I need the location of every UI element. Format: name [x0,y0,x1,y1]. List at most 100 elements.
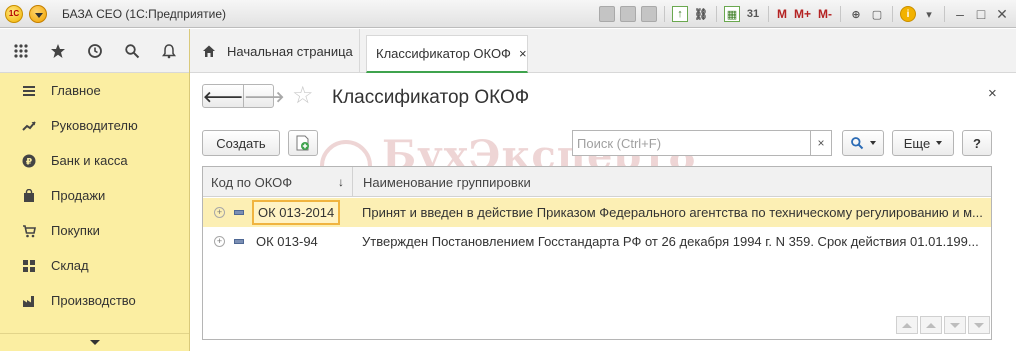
menu-lines-icon [22,84,36,98]
row-code: ОК 013-2014 [252,200,341,225]
sidebar-item-production[interactable]: Производство [0,283,189,318]
memory-minus-button[interactable]: M- [817,6,833,22]
table-row[interactable]: + ОК 013-94 Утвержден Постановлением Гос… [203,227,991,256]
group-item-icon [234,239,244,244]
favorite-star-icon[interactable]: ☆ [292,82,314,110]
tabs-bar: Начальная страница Классификатор ОКОФ × [190,29,1016,73]
column-header-label: Наименование группировки [363,174,531,190]
memory-m-button[interactable]: M [776,6,788,22]
separator [663,6,665,22]
search-input[interactable]: Поиск (Ctrl+F) [572,130,812,156]
scroll-down-button[interactable] [944,316,966,334]
title-toolbar: ↑ ⛓ ▦ 31 M M+ M- ⊕ ▢ i ▾ – □ ✕ [598,4,1010,24]
warehouse-icon [22,259,36,273]
form-close-icon[interactable]: × [988,85,997,102]
maximize-icon[interactable]: □ [973,6,989,22]
sidebar-item-manager[interactable]: Руководителю [0,108,189,143]
separator [715,6,717,22]
search-icon [851,137,864,150]
more-button-label: Еще [903,135,931,151]
group-item-icon [234,210,244,215]
help-button[interactable]: ? [962,130,992,156]
row-name: Утвержден Постановлением Госстандарта РФ… [362,234,979,249]
home-icon [202,44,216,58]
svg-text:₽: ₽ [26,157,32,167]
separator [944,6,945,22]
1c-logo-icon[interactable]: 1С [5,5,23,23]
copy-button[interactable] [288,130,318,156]
page-title: Классификатор ОКОФ [332,87,530,108]
chevron-down-icon[interactable]: ▾ [921,6,937,22]
sidebar-more-chevron-icon[interactable] [0,333,189,351]
table-row[interactable]: + ОК 013-2014 Принят и введен в действие… [203,198,991,227]
info-icon[interactable]: i [900,6,916,22]
sidebar-item-main[interactable]: Главное [0,73,189,108]
sidebar: Главное Руководителю ₽ Банк и касса Прод… [0,29,190,351]
save-icon[interactable] [598,6,615,22]
minimize-icon[interactable]: – [952,6,968,22]
column-header-name[interactable]: Наименование группировки [363,167,531,197]
window-title: БАЗА СЕО (1С:Предприятие) [62,7,227,21]
separator [767,6,769,22]
bell-icon[interactable] [160,42,178,60]
history-icon[interactable] [86,42,104,60]
calendar-icon[interactable]: 31 [745,6,761,22]
row-code: ОК 013-94 [256,234,318,249]
separator [892,6,893,22]
nav-buttons: 🡐 🡒 [202,84,284,108]
sidebar-item-label: Склад [51,258,89,273]
close-window-icon[interactable]: ✕ [994,6,1010,23]
sidebar-item-label: Главное [51,83,101,98]
memory-plus-button[interactable]: M+ [793,6,812,22]
sidebar-item-sales[interactable]: Продажи [0,178,189,213]
create-button[interactable]: Создать [202,130,280,156]
link-icon[interactable]: ⛓ [693,6,709,22]
upload-icon[interactable]: ↑ [671,6,688,22]
table-header: Код по ОКОФ ↓ Наименование группировки [203,167,991,197]
title-bar: 1С БАЗА СЕО (1С:Предприятие) ↑ ⛓ ▦ 31 M … [0,0,1016,28]
scroll-bottom-button[interactable] [968,316,990,334]
scroll-top-button[interactable] [896,316,918,334]
calculator-icon[interactable]: ▦ [723,6,740,22]
search-clear-icon[interactable]: × [810,130,832,156]
panel-icon[interactable]: ▢ [869,6,885,22]
sidebar-item-label: Покупки [51,223,100,238]
tab-okof-label: Классификатор ОКОФ [376,46,511,61]
tab-close-icon[interactable]: × [519,46,527,61]
sidebar-item-purchases[interactable]: Покупки [0,213,189,248]
trend-icon [22,119,36,133]
find-button[interactable] [842,130,884,156]
form-toolbar: Создать Поиск (Ctrl+F) × Еще ? [202,130,992,156]
column-header-label: Код по ОКОФ [211,174,293,190]
sort-arrow-icon: ↓ [338,175,344,189]
zoom-icon[interactable]: ⊕ [848,6,864,22]
forward-arrow-icon[interactable]: 🡒 [244,85,284,107]
print-preview-icon[interactable] [640,6,657,22]
sidebar-item-warehouse[interactable]: Склад [0,248,189,283]
column-header-code[interactable]: Код по ОКОФ ↓ [211,167,353,197]
expand-icon[interactable]: + [214,207,225,218]
sidebar-top-toolbar [0,29,189,73]
print-icon[interactable] [619,6,636,22]
tab-okof-classifier[interactable]: Классификатор ОКОФ × [366,35,528,73]
chevron-down-icon [870,141,876,145]
back-arrow-icon[interactable]: 🡐 [203,85,245,107]
okof-table: Код по ОКОФ ↓ Наименование группировки +… [202,166,992,340]
cart-icon [22,224,36,238]
main-menu-button[interactable] [29,5,47,23]
search-icon[interactable] [123,42,141,60]
sidebar-item-bank[interactable]: ₽ Банк и касса [0,143,189,178]
sidebar-item-label: Продажи [51,188,106,203]
scroll-up-button[interactable] [920,316,942,334]
more-button[interactable]: Еще [892,130,954,156]
tab-home[interactable]: Начальная страница [190,29,360,73]
apps-grid-icon[interactable] [12,42,30,60]
row-name: Принят и введен в действие Приказом Феде… [362,205,983,220]
separator [840,6,841,22]
star-icon[interactable] [49,42,67,60]
copy-add-icon [296,135,309,151]
expand-icon[interactable]: + [214,236,225,247]
shopping-bag-icon [22,188,36,203]
sidebar-item-label: Производство [51,293,136,308]
factory-icon [22,294,36,308]
